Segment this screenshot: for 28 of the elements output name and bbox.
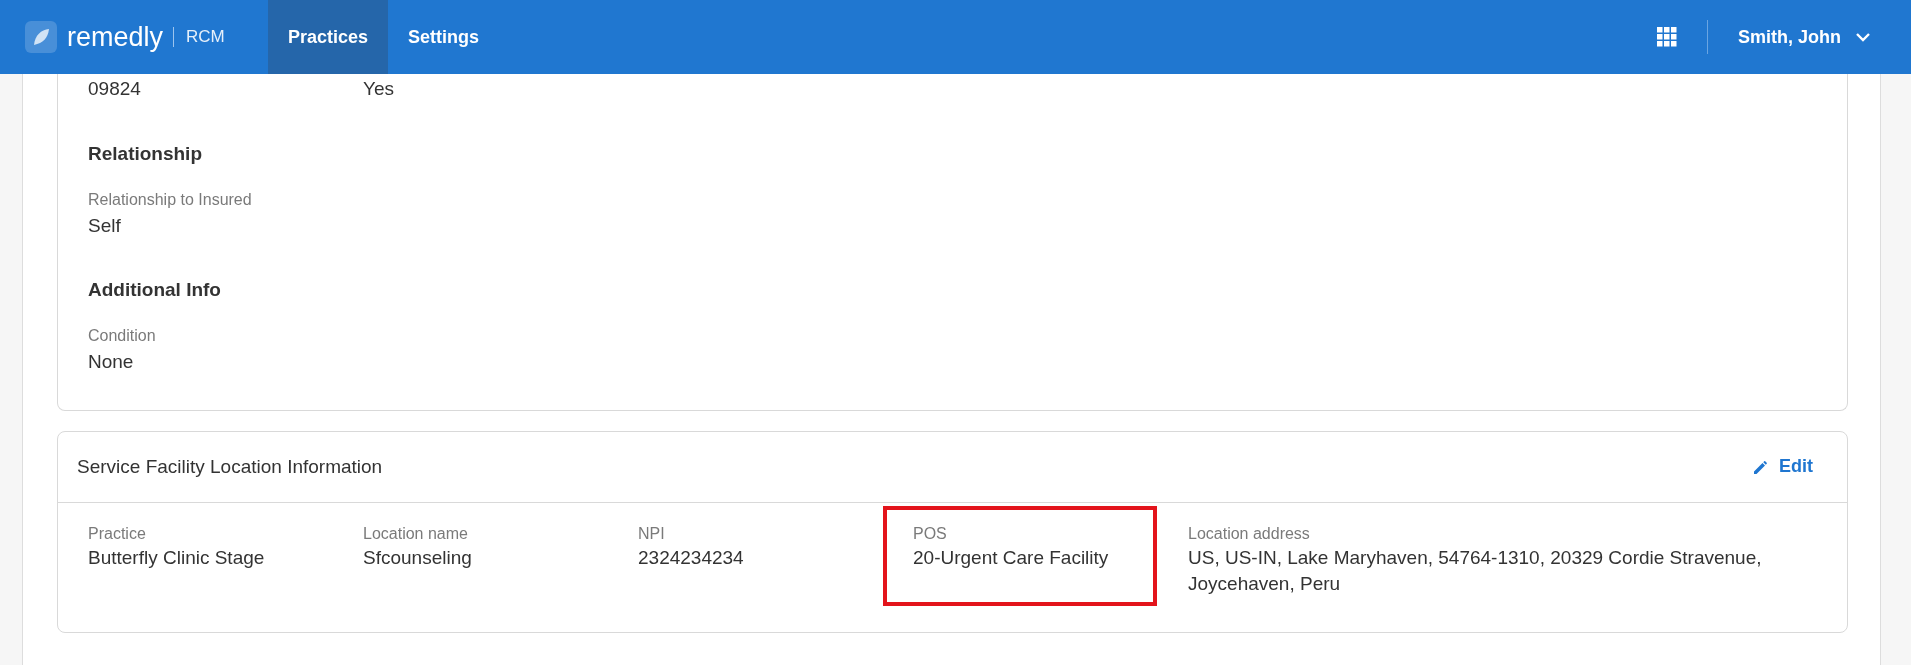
- user-menu[interactable]: Smith, John: [1738, 26, 1871, 48]
- apps-grid-icon[interactable]: [1657, 27, 1677, 47]
- chevron-down-icon: [1855, 32, 1871, 42]
- field-value: 20-Urgent Care Facility: [913, 545, 1110, 570]
- section-title: Relationship: [88, 142, 203, 165]
- nav-tab[interactable]: Settings: [388, 0, 500, 74]
- field-value: Sfcounseling: [363, 545, 473, 570]
- field-value: None: [88, 350, 135, 375]
- field-label: Location address: [1188, 524, 1311, 543]
- product-name: RCM: [173, 27, 225, 47]
- field-label: Condition: [88, 327, 157, 346]
- field-value: 2324234234: [638, 545, 745, 570]
- field-value: Self: [88, 213, 122, 238]
- card-title: Service Facility Location Information: [77, 455, 383, 478]
- field-value: US, US-IN, Lake Maryhaven, 54764-1310, 20329 Cordie Stravenue, Joycehaven, Peru: [1188, 545, 1763, 597]
- field-label: NPI: [638, 524, 666, 543]
- field-label: Relationship to Insured: [88, 190, 253, 209]
- field-label: POS: [913, 524, 948, 543]
- leaf-logo-icon: [25, 21, 57, 53]
- field-value: Yes: [363, 77, 395, 101]
- brand-name: remedly: [67, 21, 164, 53]
- field-label: Location name: [363, 524, 469, 543]
- field-value: Butterfly Clinic Stage: [88, 545, 266, 570]
- edit-button[interactable]: Edit: [1752, 456, 1813, 478]
- field-label: Practice: [88, 524, 147, 543]
- section-title: Additional Info: [88, 279, 222, 302]
- nav-tab[interactable]: Practices: [268, 0, 389, 74]
- field-value: 09824: [88, 77, 142, 101]
